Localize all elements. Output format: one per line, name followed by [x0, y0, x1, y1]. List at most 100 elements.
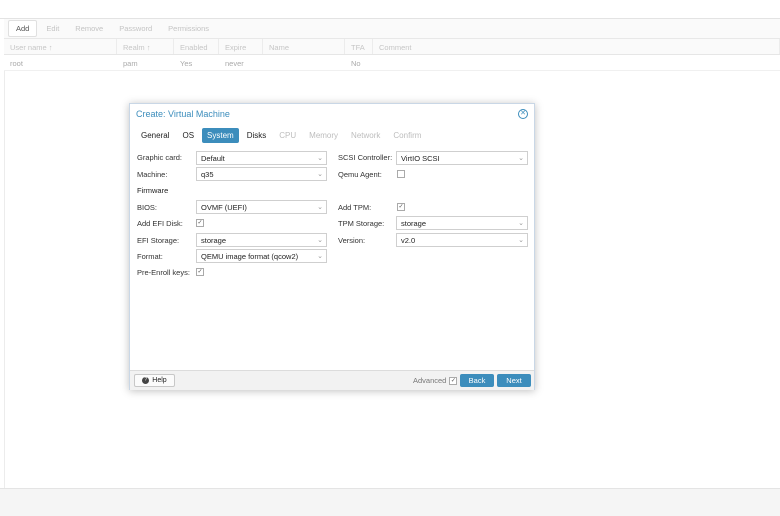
tab-system[interactable]: System	[202, 127, 239, 143]
chevron-down-icon[interactable]: ⌄	[518, 236, 524, 244]
permissions-button[interactable]: Permissions	[161, 21, 216, 36]
efi-storage-value: storage	[201, 235, 227, 245]
format-select[interactable]: QEMU image format (qcow2) ⌄	[196, 249, 327, 263]
create-vm-dialog: Create: Virtual Machine ✕ General OS Sys…	[129, 103, 535, 390]
graphic-card-select[interactable]: Default ⌄	[196, 151, 327, 165]
scsi-controller-select[interactable]: VirtIO SCSI ⌄	[396, 151, 528, 165]
tpm-storage-row: TPM Storage:	[338, 216, 384, 230]
add-tpm-label: Add TPM:	[338, 202, 372, 212]
column-header-expire[interactable]: Expire	[219, 39, 263, 54]
help-label: Help	[152, 377, 167, 384]
graphic-card-label: Graphic card:	[137, 152, 183, 162]
efi-storage-label: EFI Storage:	[137, 235, 180, 245]
efi-storage-row: EFI Storage:	[137, 233, 179, 247]
cell-user: root	[10, 59, 23, 68]
remove-button[interactable]: Remove	[68, 21, 110, 36]
dialog-header: Create: Virtual Machine ✕	[130, 104, 534, 124]
tpm-storage-select[interactable]: storage ⌄	[396, 216, 528, 230]
top-header-strip	[0, 0, 780, 19]
next-button[interactable]: Next	[497, 374, 531, 387]
bios-row: BIOS:	[137, 200, 157, 214]
bios-value: OVMF (UEFI)	[201, 202, 247, 212]
machine-label: Machine:	[137, 169, 168, 179]
advanced-toggle[interactable]: Advanced ✓	[413, 376, 458, 385]
panel-border	[4, 71, 5, 488]
add-efi-checkbox[interactable]: ✓	[196, 219, 204, 227]
chevron-down-icon[interactable]: ⌄	[317, 154, 323, 162]
pre-enroll-label: Pre-Enroll keys:	[137, 267, 190, 277]
chevron-down-icon[interactable]: ⌄	[317, 170, 323, 178]
add-tpm-row: Add TPM:	[338, 200, 371, 214]
version-value: v2.0	[401, 235, 416, 245]
machine-select[interactable]: q35 ⌄	[196, 167, 327, 181]
machine-row: Machine:	[137, 167, 167, 181]
dialog-title: Create: Virtual Machine	[136, 109, 230, 119]
version-label: Version:	[338, 235, 366, 245]
table-row[interactable]: root pam Yes never No	[4, 55, 780, 71]
scsi-controller-label: SCSI Controller:	[338, 152, 393, 162]
cell-tfa: No	[351, 59, 361, 68]
column-header-tfa[interactable]: TFA	[345, 39, 373, 54]
tab-network: Network	[351, 130, 381, 140]
pre-enroll-checkbox[interactable]: ✓	[196, 268, 204, 276]
back-button[interactable]: Back	[460, 374, 494, 387]
chevron-down-icon[interactable]: ⌄	[518, 219, 524, 227]
column-header-enabled[interactable]: Enabled	[174, 39, 219, 54]
version-row: Version:	[338, 233, 365, 247]
column-header-name[interactable]: Name	[263, 39, 345, 54]
format-label: Format:	[137, 251, 163, 261]
system-form: Graphic card: Default ⌄ Machine: q35 ⌄ F…	[130, 145, 534, 371]
format-row: Format:	[137, 249, 163, 263]
add-efi-label: Add EFI Disk:	[137, 218, 183, 228]
add-efi-row: Add EFI Disk:	[137, 216, 183, 230]
qemu-agent-checkbox[interactable]	[397, 170, 405, 178]
dialog-footer: ? Help Advanced ✓ Back Next	[130, 370, 534, 390]
qemu-agent-row: Qemu Agent:	[338, 167, 382, 181]
scsi-row: SCSI Controller:	[338, 150, 392, 164]
graphic-card-value: Default	[201, 153, 225, 163]
qemu-agent-label: Qemu Agent:	[338, 169, 382, 179]
users-toolbar: Add Edit Remove Password Permissions	[4, 19, 780, 39]
cell-enabled: Yes	[180, 59, 193, 68]
question-icon: ?	[142, 377, 150, 384]
cell-comment	[373, 55, 780, 70]
column-header-user-name[interactable]: User name ↑	[4, 39, 117, 54]
machine-value: q35	[201, 169, 214, 179]
add-tpm-checkbox[interactable]: ✓	[397, 203, 405, 211]
help-button[interactable]: ? Help	[134, 374, 175, 387]
chevron-down-icon[interactable]: ⌄	[317, 203, 323, 211]
firmware-header: Firmware	[137, 186, 169, 195]
tab-memory: Memory	[309, 130, 339, 140]
chevron-down-icon[interactable]: ⌄	[317, 236, 323, 244]
advanced-checkbox[interactable]: ✓	[449, 376, 458, 385]
tab-os[interactable]: OS	[177, 128, 199, 143]
edit-button[interactable]: Edit	[39, 21, 66, 36]
add-button[interactable]: Add	[8, 20, 38, 37]
tab-cpu: CPU	[279, 130, 297, 140]
wizard-tabs: General OS System Disks CPU Memory Netwo…	[130, 125, 534, 145]
tab-general[interactable]: General	[136, 128, 174, 143]
advanced-label: Advanced	[413, 376, 447, 385]
tab-disks[interactable]: Disks	[242, 128, 272, 143]
users-grid: User name ↑ Realm ↑ Enabled Expire Name …	[4, 39, 780, 71]
column-header-comment[interactable]: Comment	[373, 39, 780, 54]
format-value: QEMU image format (qcow2)	[201, 251, 299, 261]
bios-label: BIOS:	[137, 202, 158, 212]
version-select[interactable]: v2.0 ⌄	[396, 233, 528, 247]
cell-name	[263, 55, 345, 70]
chevron-down-icon[interactable]: ⌄	[518, 154, 524, 162]
close-icon[interactable]: ✕	[518, 109, 528, 119]
column-header-realm[interactable]: Realm ↑	[117, 39, 174, 54]
tpm-storage-value: storage	[401, 218, 427, 228]
bios-select[interactable]: OVMF (UEFI) ⌄	[196, 200, 327, 214]
chevron-down-icon[interactable]: ⌄	[317, 252, 323, 260]
efi-storage-select[interactable]: storage ⌄	[196, 233, 327, 247]
pre-enroll-row: Pre-Enroll keys:	[137, 265, 190, 279]
grid-header: User name ↑ Realm ↑ Enabled Expire Name …	[4, 39, 780, 55]
graphic-card-row: Graphic card:	[137, 150, 182, 164]
password-button[interactable]: Password	[112, 21, 159, 36]
bottom-log-bar	[0, 488, 780, 516]
cell-realm: pam	[123, 59, 138, 68]
cell-expire: never	[225, 59, 244, 68]
scsi-controller-value: VirtIO SCSI	[401, 153, 440, 163]
